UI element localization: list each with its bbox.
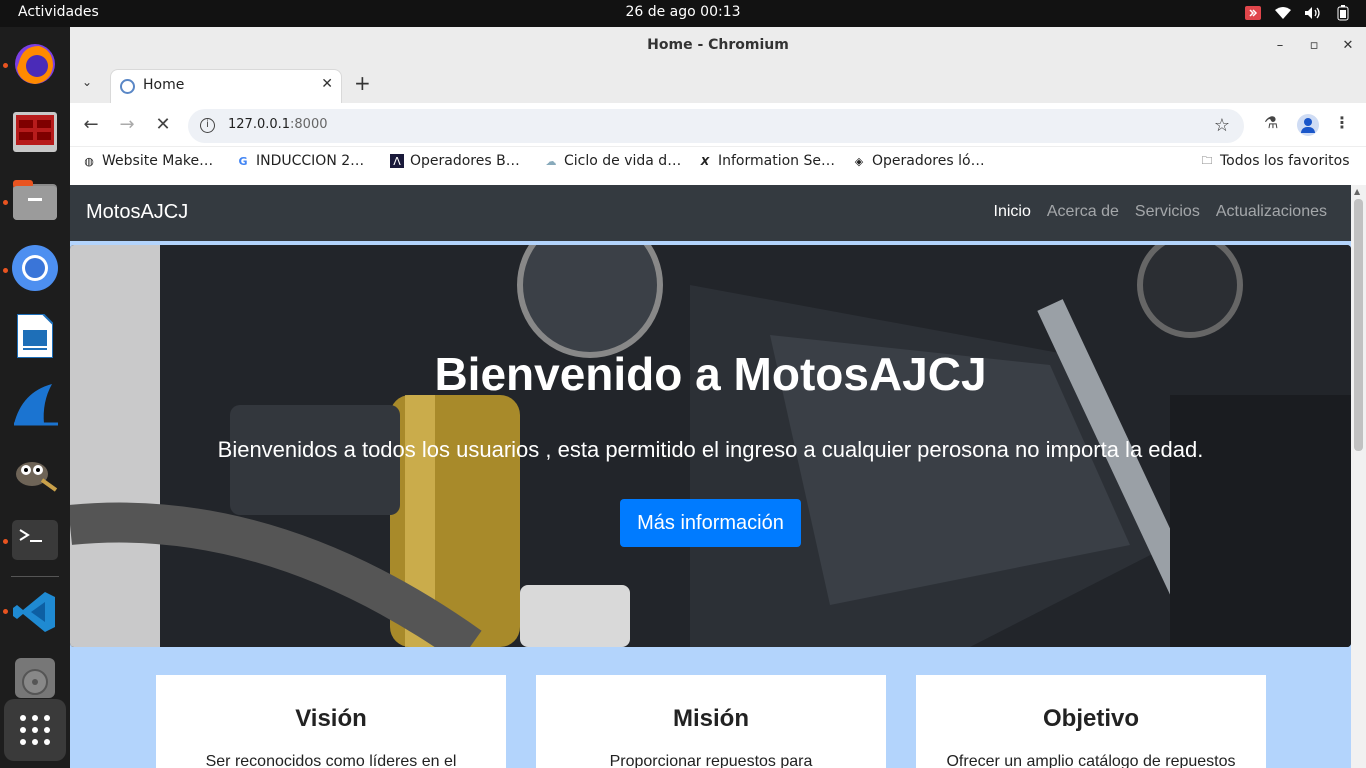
writer-icon[interactable] [10,311,60,361]
site-icon: Λ [390,154,404,168]
bookmark-item[interactable]: ◈ Operadores ló… [852,153,985,169]
bookmark-label: Operadores ló… [872,153,985,169]
close-window-icon[interactable]: ✕ [1338,35,1358,55]
bookmark-item[interactable]: G INDUCCION 2… [236,153,364,169]
url-host: 127.0.0.1 [228,117,291,132]
scrollbar-thumb[interactable] [1354,199,1363,451]
profile-avatar-icon[interactable] [1297,114,1319,136]
terminal-icon[interactable] [10,515,60,565]
window-title: Home - Chromium [647,37,789,53]
bookmark-item[interactable]: ☁ Ciclo de vida d… [544,153,682,169]
minimize-icon[interactable]: – [1270,35,1290,55]
terminal-app-icon[interactable] [10,107,60,157]
globe-icon: ◍ [84,154,94,168]
cloud-icon: ☁ [545,154,557,168]
objective-card: Objetivo Ofrecer un amplio catálogo de r… [916,675,1266,768]
bookmark-label: Website Make… [102,153,214,169]
card-title: Visión [295,705,367,732]
bookmark-label: INDUCCION 2… [256,153,365,169]
card-text: Proporcionar repuestos para [609,753,813,768]
bookmark-label: Operadores B… [410,153,520,169]
tab-strip: ⌄ Home ✕ + [70,63,1366,103]
show-apps-icon[interactable] [4,699,66,761]
battery-icon[interactable] [1334,4,1352,22]
system-tray[interactable] [1244,4,1352,22]
page-scrollbar[interactable]: ▲ [1351,185,1366,768]
new-tab-icon[interactable]: + [354,71,371,95]
bookmark-item[interactable]: X Information Se… [698,153,835,169]
url-port: :8000 [290,117,328,132]
folder-icon: 🗀 [1201,153,1213,167]
mission-card: Misión Proporcionar repuestos para [536,675,886,768]
gimp-icon[interactable] [10,447,60,497]
volume-icon[interactable] [1304,4,1322,22]
bookmark-label: Information Se… [718,153,835,169]
wireshark-icon[interactable] [10,379,60,429]
back-icon[interactable]: ← [80,114,102,135]
address-bar[interactable]: i 127.0.0.1:8000 ☆ [188,109,1244,143]
clock[interactable]: 26 de ago 00:13 [0,4,1366,20]
bookmark-label: Ciclo de vida d… [564,153,682,169]
bookmark-item[interactable]: ◍ Website Make… [82,153,213,169]
site-info-icon[interactable]: i [200,118,215,133]
site-brand[interactable]: MotosAJCJ [86,201,188,224]
menu-kebab-icon[interactable]: ⋮ [1334,113,1350,132]
scroll-up-icon[interactable]: ▲ [1354,187,1360,196]
firefox-icon[interactable] [10,39,60,89]
google-icon: G [238,154,248,168]
all-bookmarks-label: Todos los favoritos [1220,153,1350,169]
running-indicator [3,268,8,273]
close-tab-icon[interactable]: ✕ [321,76,333,92]
nav-link-acerca[interactable]: Acerca de [1047,203,1119,221]
system-top-bar: Actividades 26 de ago 00:13 [0,0,1366,27]
tab-home[interactable]: Home ✕ [110,69,342,103]
bookmark-star-icon[interactable]: ☆ [1214,115,1230,136]
x-icon: X [700,154,710,168]
nav-link-actualizaciones[interactable]: Actualizaciones [1216,203,1327,221]
all-bookmarks-folder[interactable]: 🗀 Todos los favoritos [1200,153,1350,169]
nav-link-servicios[interactable]: Servicios [1135,203,1200,221]
site-navbar: MotosAJCJ Inicio Acerca de Servicios Act… [70,185,1351,241]
browser-window: Home - Chromium – ▫ ✕ ⌄ Home ✕ + ← → ✕ i… [70,27,1366,768]
card-title: Misión [673,705,749,732]
nav-link-inicio[interactable]: Inicio [994,203,1031,221]
toolbar: ← → ✕ i 127.0.0.1:8000 ☆ ⚗ ⋮ [70,103,1366,147]
stop-loading-icon[interactable]: ✕ [152,114,174,135]
tab-favicon-icon [120,79,135,94]
hero-subtitle: Bienvenidos a todos los usuarios , esta … [217,437,1204,462]
tab-search-icon[interactable]: ⌄ [82,75,92,89]
card-text: Ofrecer un amplio catálogo de repuestos [946,753,1236,768]
dock-separator [11,576,59,577]
running-indicator [3,609,8,614]
tab-title: Home [143,77,185,93]
disc-icon[interactable] [10,653,60,703]
bookmark-item[interactable]: Λ Operadores B… [390,153,520,169]
running-indicator [3,200,8,205]
maximize-icon[interactable]: ▫ [1304,35,1324,55]
dock [0,27,70,768]
chromium-icon[interactable] [10,243,60,293]
screen-share-icon[interactable] [1244,4,1262,22]
diamond-icon: ◈ [854,154,864,168]
site-nav-links: Inicio Acerca de Servicios Actualizacion… [994,203,1327,221]
more-info-button[interactable]: Más información [620,499,801,547]
bookmarks-bar: ◍ Website Make… G INDUCCION 2… Λ Operado… [70,147,1366,177]
running-indicator [3,539,8,544]
url-text[interactable]: 127.0.0.1:8000 [228,117,328,132]
vision-card: Visión Ser reconocidos como líderes en e… [156,675,506,768]
hero-banner: Bienvenido a MotosAJCJ Bienvenidos a tod… [70,245,1351,647]
labs-icon[interactable]: ⚗ [1264,113,1278,132]
forward-icon[interactable]: → [116,114,138,135]
card-title: Objetivo [1042,705,1139,732]
vscode-icon[interactable] [10,587,60,637]
title-bar[interactable]: Home - Chromium – ▫ ✕ [70,27,1366,63]
web-page: MotosAJCJ Inicio Acerca de Servicios Act… [70,185,1351,768]
wifi-icon[interactable] [1274,4,1292,22]
hero-title: Bienvenido a MotosAJCJ [434,348,987,400]
running-indicator [3,63,8,68]
files-icon[interactable] [10,175,60,225]
card-text: Ser reconocidos como líderes en el [205,753,457,768]
